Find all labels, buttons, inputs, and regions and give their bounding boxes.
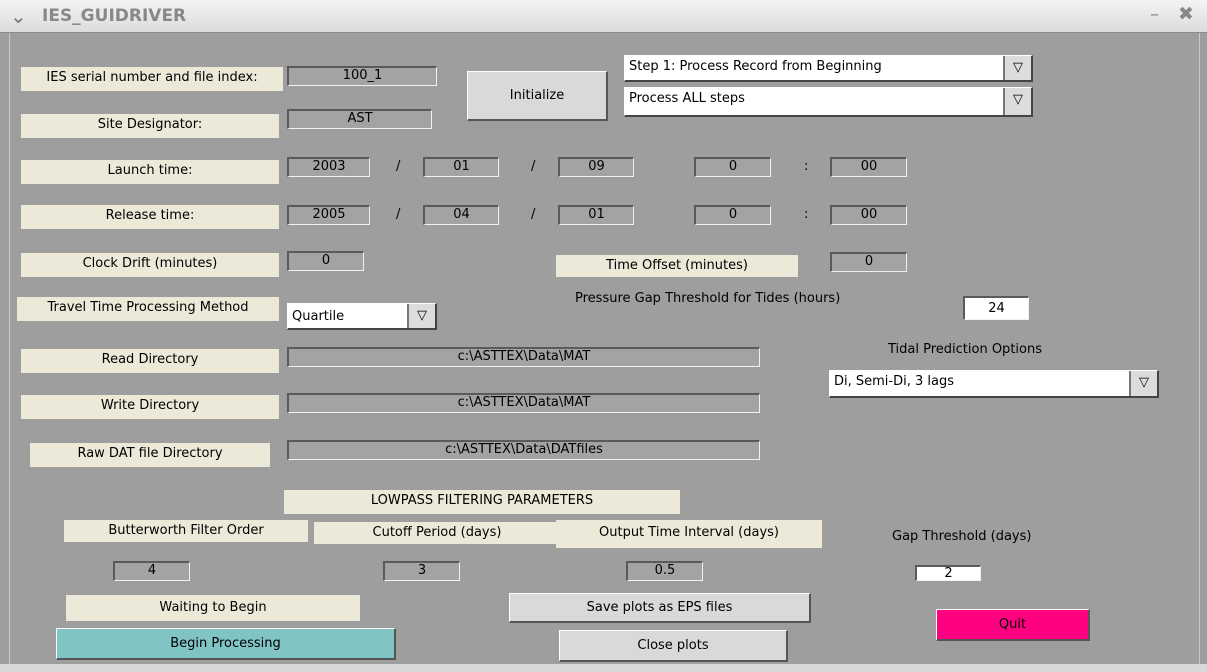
release-day-field[interactable]: 01 [558, 205, 634, 225]
tidal-options-dropdown[interactable]: Di, Semi-Di, 3 lags ▽ [829, 370, 1159, 398]
travel-time-method-value: Quartile [292, 309, 345, 324]
launch-year-field[interactable]: 2003 [287, 157, 370, 177]
serial-field[interactable]: 100_1 [287, 66, 437, 86]
gap-threshold-field[interactable]: 2 [915, 565, 981, 581]
initialize-button[interactable]: Initialize [467, 71, 608, 121]
site-label: Site Designator: [21, 114, 279, 138]
step-dropdown[interactable]: Step 1: Process Record from Beginning ▽ [624, 55, 1033, 82]
close-plots-button[interactable]: Close plots [559, 630, 788, 662]
launch-time-label: Launch time: [21, 160, 279, 184]
chevron-down-icon[interactable]: ▽ [1129, 371, 1157, 396]
serial-label: IES serial number and file index: [21, 67, 283, 91]
travel-time-label: Travel Time Processing Method [17, 297, 279, 321]
quit-button[interactable]: Quit [936, 609, 1090, 641]
tidal-options-label: Tidal Prediction Options [888, 342, 1042, 357]
date-separator: / [531, 207, 536, 222]
process-steps-value: Process ALL steps [629, 91, 745, 106]
write-directory-label: Write Directory [21, 395, 279, 419]
time-offset-field[interactable]: 0 [830, 252, 907, 272]
close-icon[interactable]: ✖ [1178, 3, 1194, 25]
launch-month-field[interactable]: 01 [423, 157, 499, 177]
release-time-label: Release time: [21, 205, 279, 229]
window-menu-icon[interactable]: ⌄ [10, 4, 27, 28]
cutoff-period-field[interactable]: 3 [383, 561, 460, 581]
butterworth-label: Butterworth Filter Order [64, 520, 308, 542]
release-month-field[interactable]: 04 [423, 205, 499, 225]
gap-threshold-label: Gap Threshold (days) [892, 529, 1032, 544]
output-interval-label: Output Time Interval (days) [556, 520, 822, 548]
launch-minute-field[interactable]: 00 [830, 157, 907, 177]
date-separator: / [396, 159, 401, 174]
cutoff-period-label: Cutoff Period (days) [314, 522, 560, 544]
clock-drift-label: Clock Drift (minutes) [21, 253, 279, 277]
release-minute-field[interactable]: 00 [830, 205, 907, 225]
begin-processing-button[interactable]: Begin Processing [56, 628, 396, 660]
window-bottom-frame [0, 664, 1207, 672]
clock-drift-field[interactable]: 0 [287, 251, 364, 271]
time-offset-label: Time Offset (minutes) [556, 255, 798, 277]
step-dropdown-value: Step 1: Process Record from Beginning [629, 59, 882, 74]
chevron-down-icon[interactable]: ▽ [407, 304, 435, 328]
time-separator: : [804, 159, 809, 174]
window-title: IES_GUIDRIVER [42, 6, 187, 26]
time-separator: : [804, 207, 809, 222]
travel-time-method-dropdown[interactable]: Quartile ▽ [287, 303, 437, 330]
date-separator: / [531, 159, 536, 174]
release-hour-field[interactable]: 0 [694, 205, 771, 225]
launch-hour-field[interactable]: 0 [694, 157, 771, 177]
chevron-down-icon[interactable]: ▽ [1003, 88, 1031, 115]
date-separator: / [396, 207, 401, 222]
chevron-down-icon[interactable]: ▽ [1003, 56, 1031, 80]
status-label: Waiting to Begin [66, 595, 360, 621]
save-eps-button[interactable]: Save plots as EPS files [509, 593, 811, 623]
title-bar: ⌄ IES_GUIDRIVER – ✖ [0, 0, 1207, 33]
raw-directory-label: Raw DAT file Directory [30, 443, 270, 467]
site-field[interactable]: AST [287, 109, 432, 129]
release-year-field[interactable]: 2005 [287, 205, 370, 225]
butterworth-order-field[interactable]: 4 [113, 561, 190, 581]
lowpass-header: LOWPASS FILTERING PARAMETERS [284, 490, 680, 514]
pressure-gap-field[interactable]: 24 [963, 296, 1029, 320]
pressure-gap-label: Pressure Gap Threshold for Tides (hours) [575, 291, 841, 306]
read-directory-field[interactable]: c:\ASTTEX\Data\MAT [287, 347, 760, 367]
process-steps-dropdown[interactable]: Process ALL steps ▽ [624, 87, 1033, 117]
raw-directory-field[interactable]: c:\ASTTEX\Data\DATfiles [287, 440, 760, 460]
tidal-options-value: Di, Semi-Di, 3 lags [834, 374, 954, 389]
output-interval-field[interactable]: 0.5 [626, 561, 703, 581]
write-directory-field[interactable]: c:\ASTTEX\Data\MAT [287, 393, 760, 413]
launch-day-field[interactable]: 09 [558, 157, 634, 177]
read-directory-label: Read Directory [21, 349, 279, 373]
minimize-icon[interactable]: – [1150, 4, 1159, 25]
